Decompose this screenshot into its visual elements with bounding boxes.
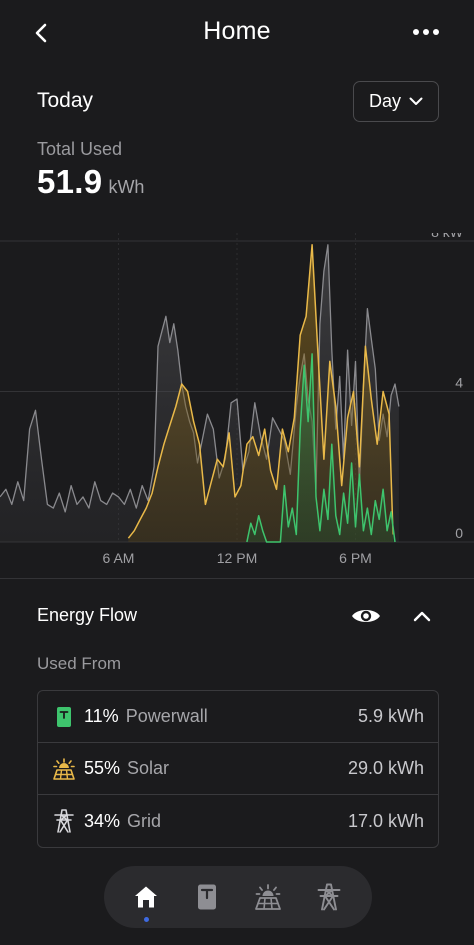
source-name: Grid <box>127 810 162 831</box>
home-icon <box>135 886 157 908</box>
y-tick-label: 8 kW <box>431 233 464 240</box>
active-tab-indicator <box>144 917 149 922</box>
nav-grid[interactable] <box>312 880 346 914</box>
more-dots-icon <box>413 29 439 35</box>
energy-flow-title: Energy Flow <box>37 605 138 625</box>
source-row-powerwall[interactable]: 11% Powerwall 5.9 kWh <box>38 691 438 743</box>
source-energy: 29.0 kWh <box>347 758 424 778</box>
source-row-solar[interactable]: 55% Solar 29.0 kWh <box>38 743 438 795</box>
eye-icon <box>352 610 380 622</box>
total-used-number: 51.9 <box>37 163 103 200</box>
chevron-up-icon <box>413 611 431 621</box>
source-percent: 11% <box>84 706 119 726</box>
total-used-unit: kWh <box>108 177 145 197</box>
powerwall-icon <box>198 884 216 910</box>
source-row-grid[interactable]: 34% Grid 17.0 kWh <box>38 795 438 847</box>
grid-tower-icon <box>52 809 76 833</box>
source-energy: 5.9 kWh <box>357 706 424 726</box>
x-tick-label: 12 PM <box>217 550 257 566</box>
chevron-down-icon <box>409 97 423 105</box>
top-bar: Home <box>0 0 474 66</box>
solar-icon <box>52 757 76 781</box>
collapse-button[interactable] <box>408 602 436 630</box>
x-tick-label: 6 AM <box>103 550 135 566</box>
source-percent: 34% <box>84 810 121 831</box>
x-tick-label: 6 PM <box>339 550 372 566</box>
nav-solar[interactable] <box>251 880 285 914</box>
nav-home[interactable] <box>129 880 163 914</box>
energy-sources-table: 11% Powerwall 5.9 kWh 55% Solar 29.0 kWh <box>37 690 439 848</box>
y-tick-label: 0 <box>455 525 463 541</box>
used-from-label: Used From <box>37 654 122 673</box>
source-name: Powerwall <box>125 706 208 726</box>
source-percent: 55% <box>84 758 121 778</box>
period-selector-value: Day <box>368 91 401 111</box>
total-used-value: 51.9 kWh <box>37 163 144 201</box>
energy-usage-chart[interactable]: 8 kW 4 0 6 AM 12 PM 6 PM <box>0 233 474 578</box>
source-energy: 17.0 kWh <box>347 810 424 831</box>
source-name: Solar <box>127 758 170 778</box>
section-divider <box>0 578 474 579</box>
powerwall-icon <box>52 705 76 729</box>
total-used-label: Total Used <box>37 139 123 159</box>
solar-icon <box>255 884 281 910</box>
y-tick-label: 4 <box>455 375 463 391</box>
nav-powerwall[interactable] <box>190 880 224 914</box>
page-title: Home <box>203 17 271 45</box>
toggle-visibility-button[interactable] <box>349 602 383 630</box>
more-options-button[interactable] <box>408 20 444 44</box>
period-label: Today <box>37 89 94 112</box>
grid-tower-icon <box>317 883 341 911</box>
period-selector[interactable]: Day <box>353 81 439 122</box>
